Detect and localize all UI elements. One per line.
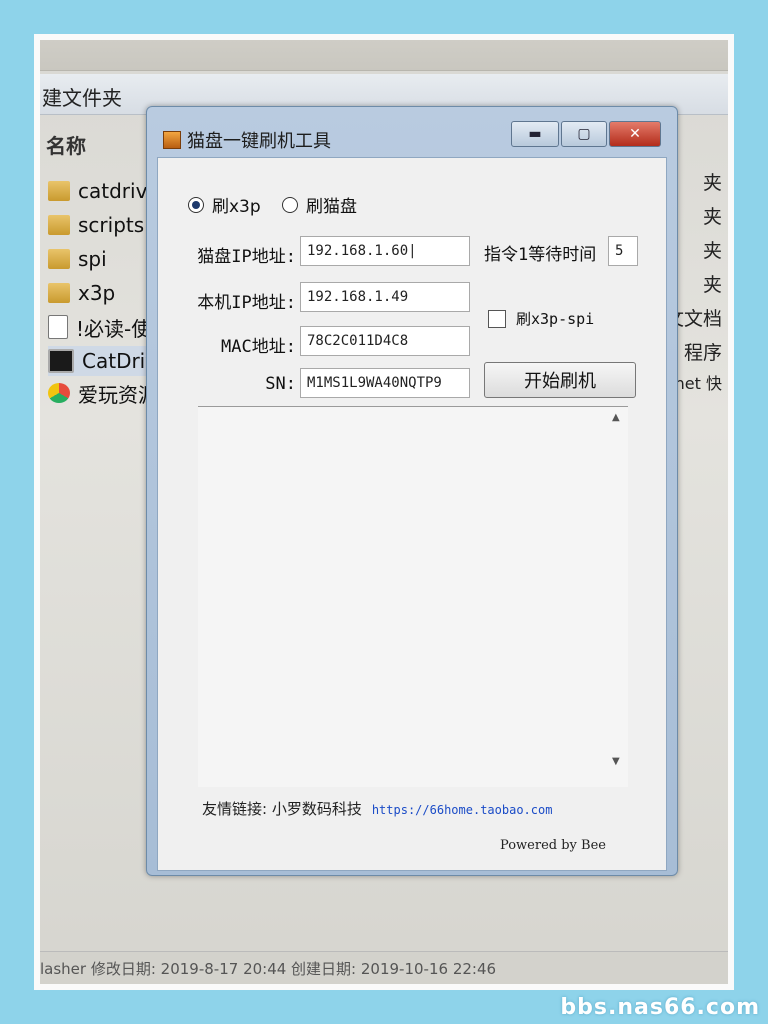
checkbox-label: 刷x3p-spi (516, 310, 595, 328)
chrome-icon (48, 383, 70, 403)
radio-selected-icon (188, 196, 204, 213)
flash-tool-dialog: 猫盘一键刷机工具 ▬ ▢ ✕ 刷x3p 刷猫盘 猫盘IP地址: 192.168.… (146, 106, 678, 876)
status-text: lasher 修改日期: 2019-8-17 20:44 创建日期: 2019-… (40, 960, 497, 978)
dialog-title: 猫盘一键刷机工具 (187, 131, 331, 152)
file-type: 程序 (683, 342, 722, 364)
file-type: 夹 (702, 206, 722, 228)
minimize-button[interactable]: ▬ (511, 121, 559, 147)
local-ip-label: 本机IP地址: (197, 293, 296, 313)
mac-label: MAC地址: (221, 337, 296, 357)
document-icon (48, 315, 68, 339)
file-row-scripts[interactable]: scripts (48, 210, 144, 240)
file-row-readme[interactable]: !必读-使 (48, 312, 151, 342)
flash-x3p-spi-checkbox[interactable]: 刷x3p-spi (488, 308, 594, 329)
file-name: spi (78, 247, 107, 271)
file-row-catdrive[interactable]: catdrive (48, 176, 160, 206)
file-type: 夹 (702, 172, 722, 194)
file-name: !必读-使 (76, 316, 152, 341)
checkbox-icon (488, 309, 506, 328)
close-button[interactable]: ✕ (609, 121, 661, 147)
app-icon (163, 131, 181, 149)
sn-label: SN: (265, 374, 296, 394)
radio-unselected-icon (282, 196, 298, 213)
folder-icon (48, 181, 70, 201)
sn-input[interactable]: M1MS1L9WA40NQTP9 (300, 368, 470, 398)
file-row-spi[interactable]: spi (48, 244, 107, 274)
catdisk-ip-input[interactable]: 192.168.1.60| (300, 236, 470, 266)
folder-icon (48, 215, 70, 235)
explorer-titlebar (40, 40, 728, 71)
radio-label: 刷猫盘 (306, 197, 357, 217)
footer-links: 友情链接: 小罗数码科技 https://66home.taobao.com (202, 798, 552, 819)
status-bar: lasher 修改日期: 2019-8-17 20:44 创建日期: 2019-… (40, 951, 728, 984)
file-row-shortcut[interactable]: 爱玩资源 (48, 378, 158, 408)
catdisk-ip-label: 猫盘IP地址: (197, 247, 296, 267)
start-flash-button[interactable]: 开始刷机 (484, 362, 636, 398)
wait-time-input[interactable]: 5 (608, 236, 638, 266)
powered-by-text: Powered by Bee (500, 838, 606, 853)
file-type: 夹 (702, 240, 722, 262)
file-type: 夹 (702, 274, 722, 296)
footer-label: 友情链接: 小罗数码科技 (202, 800, 362, 818)
radio-flash-catdisk[interactable]: 刷猫盘 (282, 192, 357, 217)
local-ip-input[interactable]: 192.168.1.49 (300, 282, 470, 312)
scroll-up-icon[interactable]: ▲ (612, 412, 620, 423)
file-name: scripts (78, 213, 145, 237)
log-output-area[interactable] (198, 406, 628, 787)
scroll-down-icon[interactable]: ▼ (612, 756, 620, 767)
radio-flash-x3p[interactable]: 刷x3p (188, 192, 261, 217)
radio-label: 刷x3p (212, 197, 261, 217)
folder-icon (48, 283, 70, 303)
mac-input[interactable]: 78C2C011D4C8 (300, 326, 470, 356)
app-icon (48, 349, 74, 373)
maximize-button[interactable]: ▢ (561, 121, 607, 147)
taobao-link[interactable]: https://66home.taobao.com (372, 803, 553, 817)
folder-icon (48, 249, 70, 269)
new-folder-button[interactable]: 建文件夹 (42, 82, 122, 111)
dialog-client-area: 刷x3p 刷猫盘 猫盘IP地址: 192.168.1.60| 本机IP地址: 1… (157, 157, 667, 871)
file-name: x3p (78, 281, 116, 305)
watermark: bbs.nas66.com (560, 995, 760, 1020)
wait-time-label: 指令1等待时间 (484, 245, 597, 265)
column-header-name[interactable]: 名称 (46, 130, 86, 159)
file-row-x3p[interactable]: x3p (48, 278, 115, 308)
